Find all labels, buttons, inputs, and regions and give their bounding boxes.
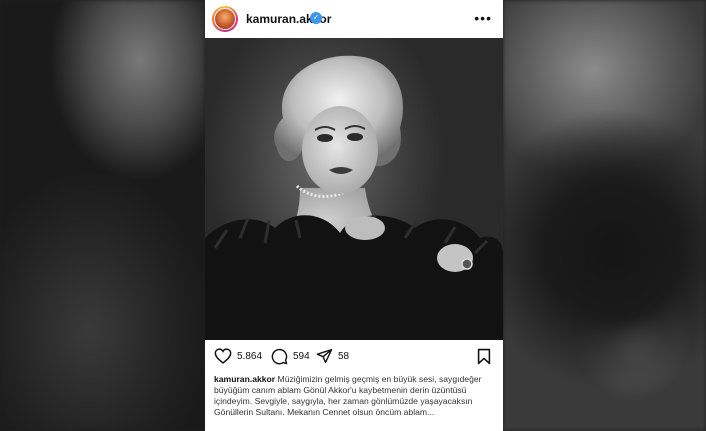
- post-photo[interactable]: [205, 38, 503, 340]
- comment-count: 594: [293, 351, 310, 362]
- blurred-background-right: [503, 0, 706, 431]
- avatar-image: [214, 8, 236, 30]
- avatar[interactable]: [212, 6, 238, 32]
- save-button[interactable]: [477, 348, 491, 370]
- comment-button[interactable]: 594: [271, 348, 310, 365]
- portrait-illustration: [205, 55, 503, 340]
- blurred-background-left: [0, 0, 205, 431]
- heart-icon: [214, 348, 232, 364]
- share-button[interactable]: 58: [316, 348, 349, 364]
- post-caption: kamuran.akkor Müziğimizin gelmiş geçmiş …: [214, 374, 494, 418]
- post-actions: 5.864 594 58: [205, 340, 503, 374]
- comment-bubble-icon: [271, 348, 288, 365]
- post-header: kamuran.akkor ✓ •••: [205, 0, 503, 38]
- more-options-icon[interactable]: •••: [474, 9, 492, 27]
- bookmark-icon: [477, 348, 491, 365]
- instagram-post-card: kamuran.akkor ✓ ••• 5.864 594 58 kamuran…: [205, 0, 503, 431]
- like-count: 5.864: [237, 350, 263, 362]
- verified-badge-icon: ✓: [310, 12, 322, 24]
- like-button[interactable]: 5.864: [214, 348, 262, 364]
- caption-username[interactable]: kamuran.akkor: [214, 374, 275, 384]
- paper-plane-icon: [316, 348, 333, 364]
- share-count: 58: [338, 350, 350, 362]
